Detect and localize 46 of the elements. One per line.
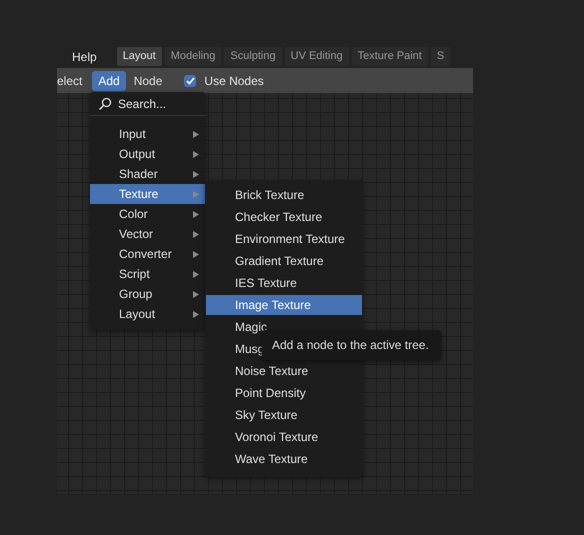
menu-item[interactable]: Input bbox=[90, 124, 205, 144]
menu-item[interactable]: Color bbox=[90, 204, 205, 224]
menu-item[interactable]: Image Texture bbox=[206, 295, 362, 315]
menu-item[interactable]: IES Texture bbox=[206, 273, 362, 293]
menu-item[interactable]: Brick Texture bbox=[206, 185, 362, 205]
menu-item[interactable]: Voronoi Texture bbox=[206, 427, 362, 447]
workspace-tab[interactable]: Texture Paint bbox=[352, 47, 428, 66]
workspace-tab[interactable]: Sculpting bbox=[224, 47, 282, 66]
submenu-arrow-icon bbox=[193, 310, 199, 318]
menu-item[interactable]: Layout bbox=[90, 304, 205, 324]
submenu-arrow-icon bbox=[193, 290, 199, 298]
menu-item[interactable]: Noise Texture bbox=[206, 361, 362, 381]
submenu-arrow-icon bbox=[193, 250, 199, 258]
submenu-arrow-icon bbox=[193, 210, 199, 218]
menu-item[interactable]: Group bbox=[90, 284, 205, 304]
menu-item[interactable]: Texture bbox=[90, 184, 205, 204]
menu-item[interactable]: Help bbox=[72, 50, 97, 64]
workspace-tab[interactable]: Modeling bbox=[164, 47, 222, 66]
submenu-arrow-icon bbox=[193, 170, 199, 178]
menu-item[interactable]: Wave Texture bbox=[206, 449, 362, 469]
menu-item[interactable]: Converter bbox=[90, 244, 205, 264]
submenu-arrow-icon bbox=[193, 130, 199, 138]
header-menu[interactable]: elect bbox=[57, 70, 88, 90]
menu-item[interactable]: Gradient Texture bbox=[206, 251, 362, 271]
menu-item[interactable]: Output bbox=[90, 144, 205, 164]
checkbox-label: Use Nodes bbox=[204, 74, 264, 88]
menu-item[interactable]: Environment Texture bbox=[206, 229, 362, 249]
submenu-arrow-icon bbox=[193, 190, 199, 198]
menu-item[interactable]: Sky Texture bbox=[206, 405, 362, 425]
workspace-tab[interactable]: UV Editing bbox=[284, 47, 349, 66]
tooltip: Add a node to the active tree. bbox=[262, 330, 441, 360]
workspace-tab[interactable]: S bbox=[430, 47, 450, 66]
checkbox[interactable] bbox=[184, 74, 196, 86]
workspace-tab[interactable]: Layout bbox=[116, 47, 162, 66]
submenu-arrow-icon bbox=[193, 150, 199, 158]
submenu-arrow-icon bbox=[193, 270, 199, 278]
header-menu[interactable]: Node bbox=[128, 70, 168, 90]
search-item[interactable]: Search... bbox=[118, 96, 166, 110]
menu-item[interactable]: Checker Texture bbox=[206, 207, 362, 227]
header-menu[interactable]: Add bbox=[92, 70, 126, 90]
menu-item[interactable]: Point Density bbox=[206, 383, 362, 403]
search-icon bbox=[98, 96, 112, 110]
menu-item[interactable]: Shader bbox=[90, 164, 205, 184]
menu-item[interactable]: Script bbox=[90, 264, 205, 284]
menu-item[interactable]: Vector bbox=[90, 224, 205, 244]
submenu-arrow-icon bbox=[193, 230, 199, 238]
